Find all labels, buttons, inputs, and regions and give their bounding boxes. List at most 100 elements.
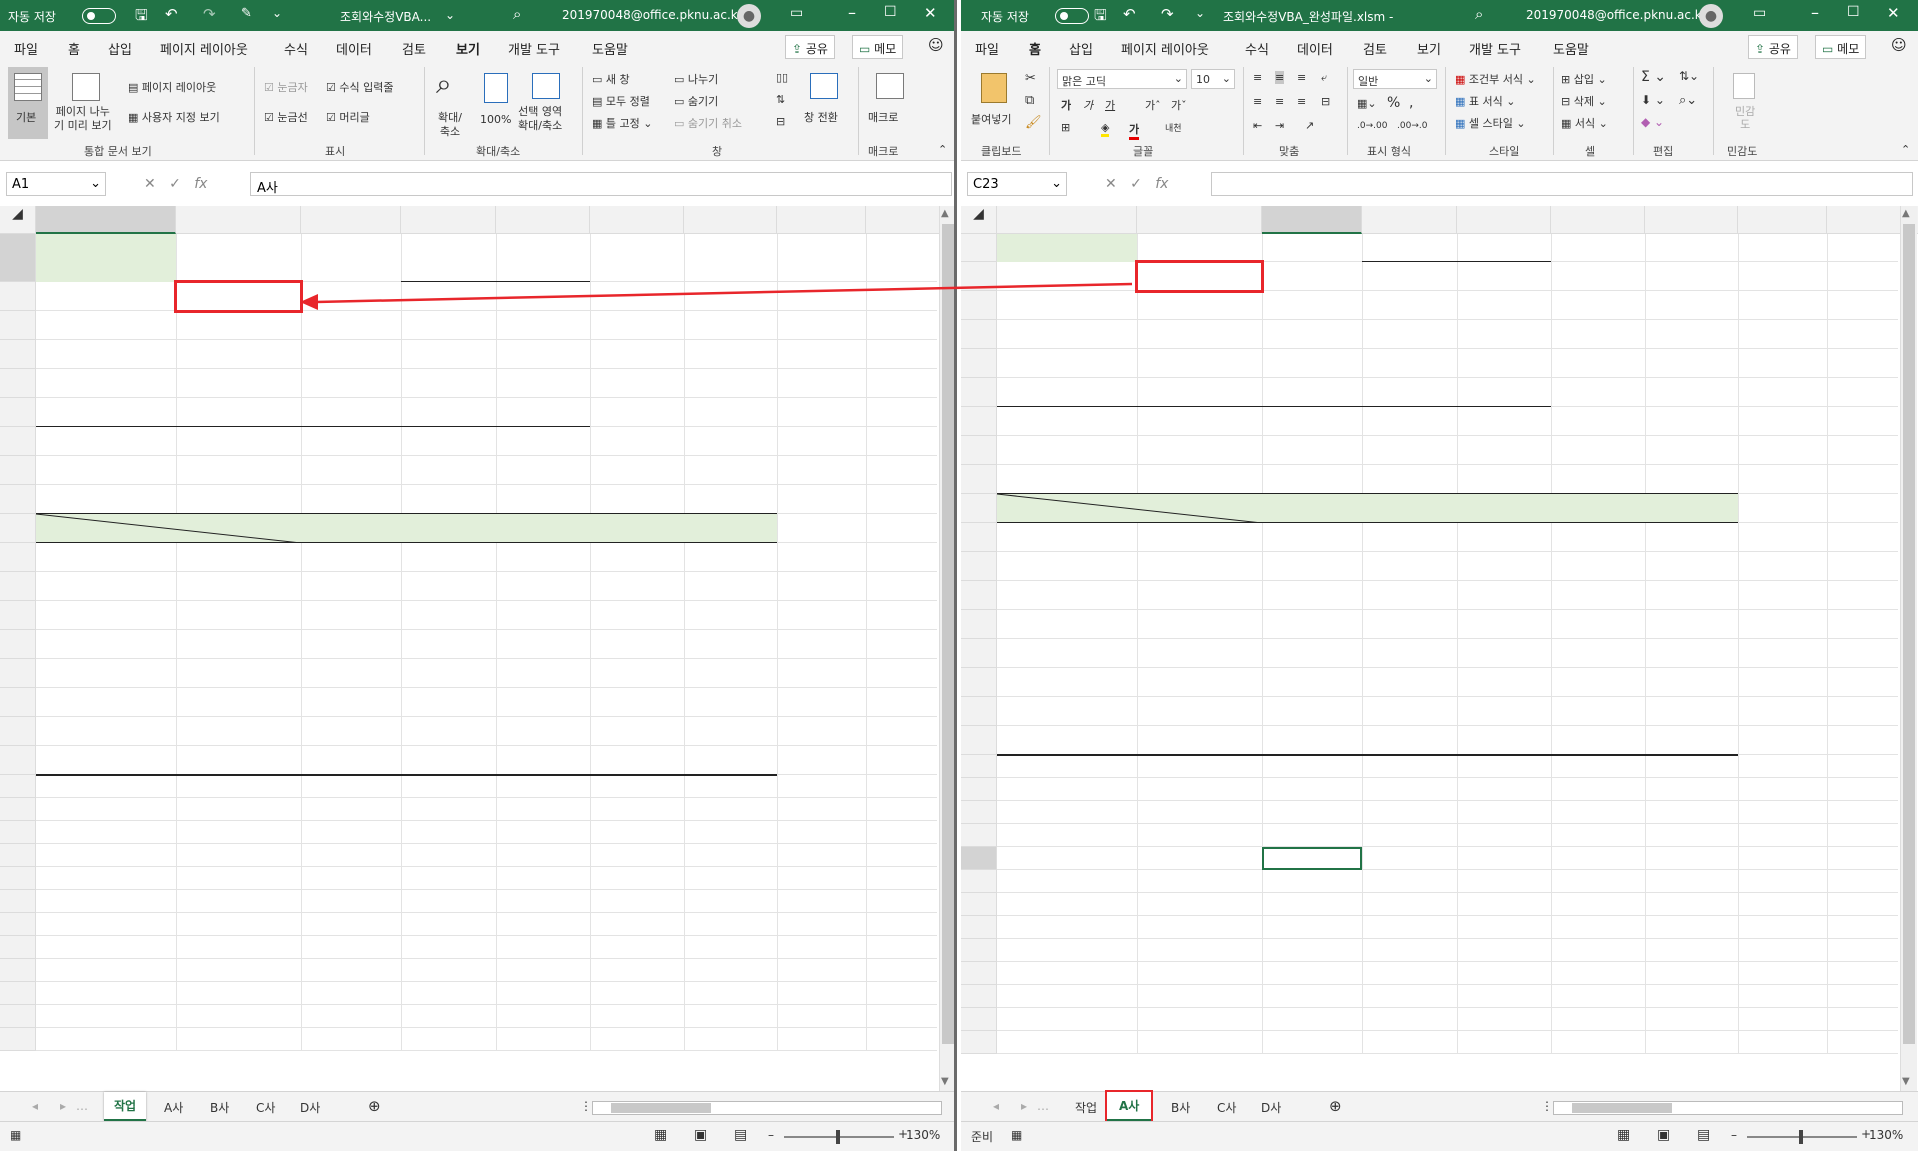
side-by-side-icon[interactable]: ▯▯ bbox=[776, 71, 788, 84]
row-header[interactable] bbox=[961, 824, 997, 847]
sync-scroll-icon[interactable]: ⇅ bbox=[776, 93, 785, 106]
sheet-tab-b[interactable]: B사 bbox=[1167, 1097, 1194, 1118]
add-sheet-icon[interactable]: ⊕ bbox=[1325, 1095, 1346, 1117]
conditional-format-button[interactable]: ▦ 조건부 서식 ⌄ bbox=[1455, 71, 1536, 87]
align-top-icon[interactable]: ≡ bbox=[1253, 71, 1262, 84]
row-header[interactable] bbox=[0, 913, 36, 936]
page-break-preview-button[interactable]: 페이지 나누 기 미리 보기 bbox=[52, 67, 122, 139]
tab-data[interactable]: 데이터 bbox=[336, 39, 372, 58]
macros-button[interactable]: 매크로 bbox=[866, 67, 914, 139]
sheet-tab-work[interactable]: 작업 bbox=[104, 1092, 147, 1121]
column-header[interactable] bbox=[176, 206, 301, 234]
sheet-tab-d[interactable]: D사 bbox=[1257, 1097, 1285, 1118]
arrange-all-button[interactable]: ▤ 모두 정렬 bbox=[592, 93, 650, 109]
row-header[interactable] bbox=[961, 523, 997, 552]
formula-input[interactable]: A사 bbox=[250, 172, 952, 196]
customize-icon[interactable]: ⌄ bbox=[1195, 6, 1205, 20]
more-icon[interactable]: … bbox=[72, 1097, 92, 1115]
prev-sheet-icon[interactable]: ◂ bbox=[989, 1097, 1003, 1115]
minimize-icon[interactable]: – bbox=[848, 3, 856, 22]
column-header[interactable] bbox=[301, 206, 401, 234]
formula-input[interactable] bbox=[1211, 172, 1913, 196]
normal-view-status-icon[interactable]: ▦ bbox=[1617, 1127, 1630, 1143]
redo-icon[interactable]: ↷ bbox=[203, 5, 216, 23]
row-header[interactable] bbox=[961, 847, 997, 870]
row-header[interactable] bbox=[961, 726, 997, 755]
row-header[interactable] bbox=[961, 378, 997, 407]
selected-cell-c23[interactable] bbox=[1262, 847, 1362, 870]
align-middle-icon[interactable]: ≡ bbox=[1275, 71, 1285, 84]
maximize-icon[interactable]: ☐ bbox=[1847, 4, 1860, 20]
undo-icon[interactable]: ↶ bbox=[165, 5, 178, 23]
increase-decimal-icon[interactable]: .0→.00 bbox=[1357, 121, 1387, 131]
font-size-select[interactable]: 10 ⌄ bbox=[1191, 69, 1235, 89]
gridlines-checkbox[interactable]: ☑ 눈금선 bbox=[264, 109, 308, 125]
share-button[interactable]: ⇪ 공유 bbox=[1748, 35, 1798, 59]
column-header[interactable] bbox=[590, 206, 684, 234]
ruler-checkbox[interactable]: ☑ 눈금자 bbox=[264, 79, 308, 95]
sheet-tab-c[interactable]: C사 bbox=[1213, 1097, 1240, 1118]
row-header[interactable] bbox=[961, 581, 997, 610]
align-center-icon[interactable]: ≡ bbox=[1275, 95, 1284, 108]
split-button[interactable]: ▭ 나누기 bbox=[674, 71, 718, 87]
row-header[interactable] bbox=[961, 262, 997, 291]
tab-page-layout[interactable]: 페이지 레이아웃 bbox=[1121, 39, 1209, 58]
autosum-icon[interactable]: Σ ⌄ bbox=[1641, 69, 1666, 85]
column-header[interactable] bbox=[496, 206, 590, 234]
row-header[interactable] bbox=[961, 436, 997, 465]
row-header[interactable] bbox=[961, 985, 997, 1008]
redo-icon[interactable]: ↷ bbox=[1161, 5, 1174, 23]
orientation-icon[interactable]: ↗ bbox=[1305, 119, 1314, 132]
fill-color-icon[interactable]: ◈ bbox=[1101, 121, 1110, 137]
row-header[interactable] bbox=[0, 369, 36, 398]
clear-icon[interactable]: ◆ ⌄ bbox=[1641, 115, 1664, 129]
row-header[interactable] bbox=[961, 639, 997, 668]
row-header[interactable] bbox=[0, 514, 36, 543]
row-header[interactable] bbox=[961, 939, 997, 962]
row-header[interactable] bbox=[0, 572, 36, 601]
tab-formulas[interactable]: 수식 bbox=[284, 39, 308, 58]
row-header[interactable] bbox=[0, 659, 36, 688]
row-header[interactable] bbox=[961, 494, 997, 523]
phonetic-icon[interactable]: 내천 bbox=[1165, 121, 1182, 134]
reset-position-icon[interactable]: ⊟ bbox=[776, 115, 785, 128]
smiley-icon[interactable]: ☺ bbox=[928, 36, 944, 54]
collapse-ribbon-icon[interactable]: ⌃ bbox=[938, 143, 947, 156]
row-header[interactable] bbox=[0, 485, 36, 514]
unhide-button[interactable]: ▭ 숨기기 취소 bbox=[674, 115, 742, 131]
row-header[interactable] bbox=[0, 630, 36, 659]
find-icon[interactable]: ⌕⌄ bbox=[1679, 93, 1697, 108]
autosave-toggle[interactable] bbox=[82, 8, 116, 24]
zoom-slider-thumb[interactable] bbox=[1799, 1130, 1803, 1144]
sheet-tab-a[interactable]: A사 bbox=[1104, 1090, 1154, 1123]
row-header[interactable] bbox=[0, 821, 36, 844]
format-painter-icon[interactable]: 🖌 bbox=[1025, 115, 1042, 130]
add-sheet-icon[interactable]: ⊕ bbox=[364, 1095, 385, 1117]
paste-button[interactable]: 붙여넣기 bbox=[971, 67, 1021, 139]
row-header[interactable] bbox=[961, 801, 997, 824]
accounting-icon[interactable]: ▦⌄ bbox=[1357, 97, 1377, 110]
column-header[interactable] bbox=[1262, 206, 1362, 234]
column-header[interactable] bbox=[1645, 206, 1738, 234]
row-header[interactable] bbox=[0, 844, 36, 867]
ribbon-display-icon[interactable]: ▭ bbox=[1753, 5, 1766, 21]
underline-icon[interactable]: 가 bbox=[1105, 97, 1115, 113]
save-icon[interactable]: 🖫 bbox=[135, 5, 148, 30]
scroll-up-icon[interactable]: ▲ bbox=[1902, 208, 1910, 219]
cut-icon[interactable]: ✂ bbox=[1025, 71, 1036, 86]
tab-file[interactable]: 파일 bbox=[14, 39, 38, 58]
horizontal-scrollbar[interactable] bbox=[592, 1101, 942, 1115]
tab-insert[interactable]: 삽입 bbox=[1069, 39, 1093, 58]
decrease-decimal-icon[interactable]: .00→.0 bbox=[1397, 121, 1427, 131]
increase-indent-icon[interactable]: ⇥ bbox=[1275, 119, 1284, 132]
zoom-selection-button[interactable]: 선택 영역 확대/축소 bbox=[516, 67, 576, 139]
row-header[interactable] bbox=[0, 543, 36, 572]
row-header[interactable] bbox=[0, 982, 36, 1005]
horizontal-scrollbar[interactable] bbox=[1553, 1101, 1903, 1115]
brush-icon[interactable]: ✎ bbox=[241, 6, 252, 21]
zoom-level[interactable]: 130% bbox=[1869, 1128, 1903, 1142]
cancel-icon[interactable]: ✕ bbox=[144, 176, 156, 192]
borders-icon[interactable]: ⊞ bbox=[1061, 121, 1070, 134]
italic-icon[interactable]: 가 bbox=[1083, 97, 1093, 113]
percent-icon[interactable]: % bbox=[1387, 95, 1400, 111]
